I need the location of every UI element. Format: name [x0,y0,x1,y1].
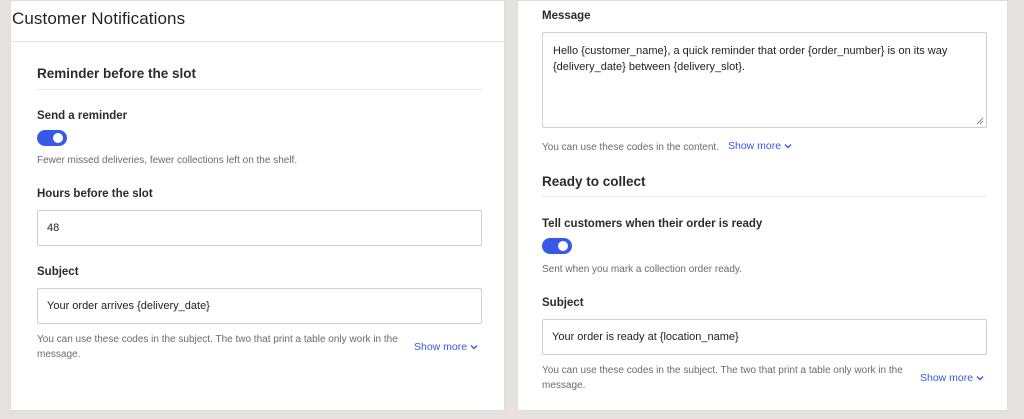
reminder-message-help: You can use these codes in the content. [542,142,719,153]
left-settings-panel: Customer Notifications Reminder before t… [10,0,505,411]
tell-customers-help: Sent when you mark a collection order re… [542,264,742,275]
show-more-label: Show more [414,341,468,353]
chevron-down-icon [976,376,984,381]
toggle-knob [558,241,568,251]
hours-before-slot-label: Hours before the slot [37,188,153,200]
ready-section-divider [542,196,987,197]
ready-subject-show-more-link[interactable]: Show more [920,372,984,384]
reminder-subject-help: You can use these codes in the subject. … [37,334,398,360]
tell-customers-toggle[interactable] [542,238,572,254]
ready-subject-help: You can use these codes in the subject. … [542,365,903,391]
reminder-message-label: Message [542,10,591,22]
ready-subject-input[interactable] [542,319,987,355]
send-reminder-toggle[interactable] [37,130,67,146]
reminder-message-show-more-link[interactable]: Show more [728,140,792,152]
reminder-subject-show-more-link[interactable]: Show more [414,341,478,353]
show-more-label: Show more [728,140,782,152]
toggle-knob [53,133,63,143]
chevron-down-icon [784,144,792,149]
right-settings-panel: Message Hello {customer_name}, a quick r… [517,0,1008,411]
reminder-subject-label: Subject [37,266,79,278]
send-reminder-help: Fewer missed deliveries, fewer collectio… [37,155,298,166]
page-title: Customer Notifications [12,9,186,28]
show-more-label: Show more [920,372,974,384]
reminder-section-divider [37,89,482,90]
ready-section-heading: Ready to collect [542,174,646,189]
tell-customers-label: Tell customers when their order is ready [542,218,763,230]
title-divider [11,41,504,42]
reminder-subject-input[interactable] [37,288,482,324]
chevron-down-icon [470,345,478,350]
reminder-section-heading: Reminder before the slot [37,66,197,81]
hours-before-slot-input[interactable] [37,210,482,246]
send-reminder-label: Send a reminder [37,110,128,122]
reminder-message-textarea[interactable]: Hello {customer_name}, a quick reminder … [542,32,987,128]
resize-handle-icon[interactable] [976,117,984,125]
ready-subject-label: Subject [542,297,584,309]
